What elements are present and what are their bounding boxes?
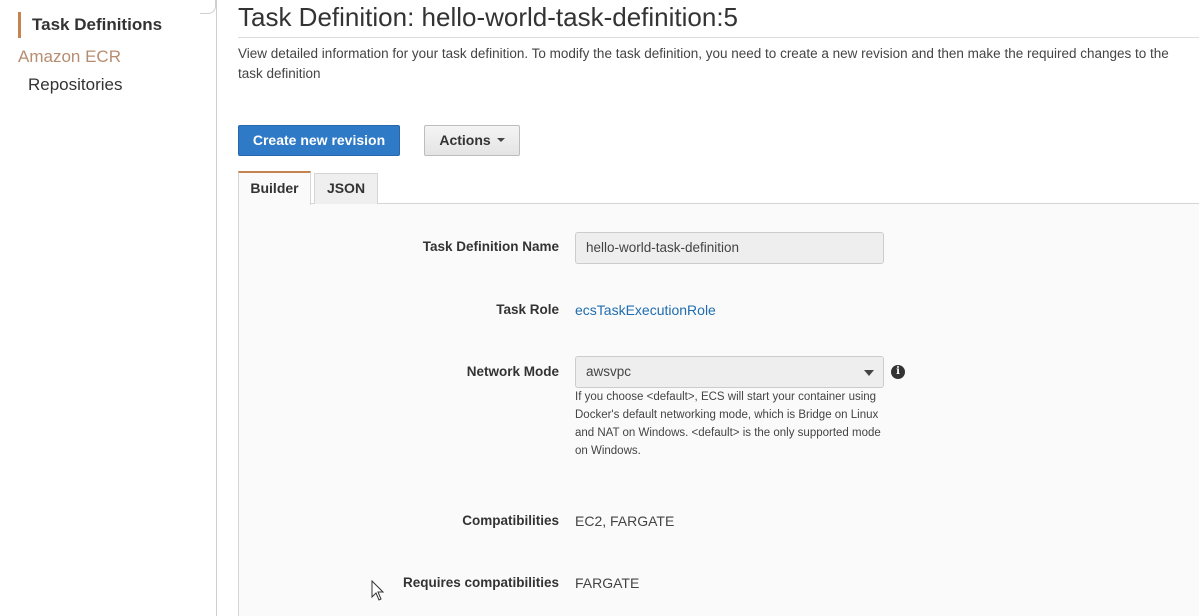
sidebar: Task Definitions Amazon ECR Repositories [0,0,217,616]
actions-label: Actions [439,132,491,148]
compatibilities-label: Compatibilities [462,513,559,528]
select-caret-down-icon [864,370,874,376]
task-role-link[interactable]: ecsTaskExecutionRole [575,302,716,318]
task-role-label: Task Role [496,302,559,317]
requires-compatibilities-label: Requires compatibilities [402,575,559,590]
network-mode-label: Network Mode [466,364,559,379]
sidebar-item-task-definitions[interactable]: Task Definitions [18,12,162,38]
create-new-revision-label: Create new revision [252,132,386,148]
requires-compatibilities-value: FARGATE [575,575,640,591]
tab-json[interactable]: JSON [314,173,378,204]
task-definition-name-field[interactable]: hello-world-task-definition [575,232,884,264]
tabs-divider [238,203,1199,204]
tab-builder[interactable]: Builder [238,171,311,205]
sidebar-group-amazon-ecr[interactable]: Amazon ECR [18,46,121,68]
mouse-pointer-icon [371,580,385,601]
network-mode-help-text: If you choose <default>, ECS will start … [575,391,881,457]
page-title: Task Definition: hello-world-task-defini… [238,2,739,32]
network-mode-select[interactable]: awsvpc [575,356,884,388]
actions-dropdown-button[interactable]: Actions [424,125,520,156]
compatibilities-value: EC2, FARGATE [575,513,675,529]
create-new-revision-button[interactable]: Create new revision [238,125,400,156]
caret-down-icon [496,138,505,143]
sidebar-divider [216,0,217,616]
info-icon[interactable]: i [891,365,905,379]
task-definition-name-label: Task Definition Name [422,239,559,254]
sidebar-item-repositories[interactable]: Repositories [28,74,123,96]
network-mode-value: awsvpc [586,364,632,379]
title-divider [238,37,1199,38]
page-description: View detailed information for your task … [238,46,1169,81]
